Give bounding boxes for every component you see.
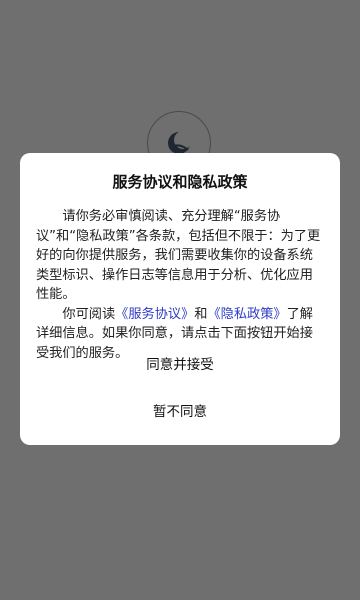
disagree-button[interactable]: 暂不同意 — [20, 401, 340, 423]
and-text: 和 — [194, 306, 208, 322]
service-agreement-link[interactable]: 《服务协议》 — [115, 307, 194, 322]
dialog-body: 请你务必审慎阅读、充分理解“服务协议”和“隐私政策”各条款，包括但不限于：为了更… — [36, 207, 324, 363]
privacy-consent-dialog: 服务协议和隐私政策 请你务必审慎阅读、充分理解“服务协议”和“隐私政策”各条款，… — [20, 153, 340, 445]
consent-paragraph: 请你务必审慎阅读、充分理解“服务协议”和“隐私政策”各条款，包括但不限于：为了更… — [36, 209, 321, 302]
dialog-title: 服务协议和隐私政策 — [112, 173, 248, 191]
privacy-policy-link[interactable]: 《隐私政策》 — [207, 307, 286, 322]
agree-button[interactable]: 同意并接受 — [20, 354, 340, 376]
read-more-prefix: 你可阅读 — [62, 306, 116, 322]
